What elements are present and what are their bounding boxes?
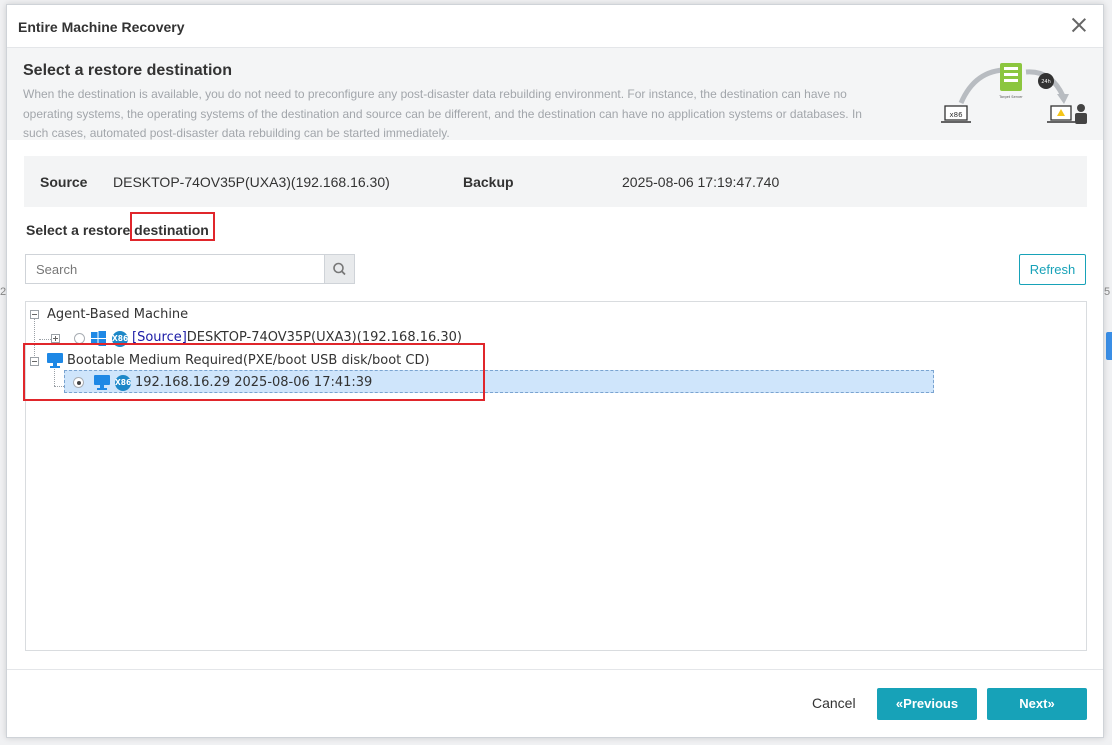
search-button[interactable] — [324, 254, 355, 284]
step-description: When the destination is available, you d… — [23, 87, 862, 140]
previous-button[interactable]: «Previous — [877, 688, 977, 720]
bg-fragment: 5 — [1104, 286, 1111, 298]
search-input[interactable] — [25, 254, 325, 284]
search-icon — [333, 262, 346, 276]
backup-value: 2025-08-06 17:19:47.740 — [622, 174, 780, 190]
background-blue-tab — [1106, 332, 1112, 360]
restore-illustration: Target Server 24h x86 — [941, 63, 1087, 124]
highlight-box — [130, 212, 215, 241]
highlight-box — [23, 343, 485, 401]
tree-group-agent[interactable]: Agent-Based Machine — [47, 307, 188, 322]
close-icon[interactable] — [1069, 15, 1089, 35]
dialog-titlebar: Entire Machine Recovery — [7, 5, 1103, 48]
backup-label: Backup — [463, 174, 514, 190]
dialog-title: Entire Machine Recovery — [18, 19, 185, 35]
search-box — [25, 254, 355, 284]
next-button[interactable]: Next» — [987, 688, 1087, 720]
cancel-button[interactable]: Cancel — [812, 695, 856, 711]
svg-text:24h: 24h — [1041, 79, 1051, 85]
step-header: Select a restore destination When the de… — [7, 48, 1103, 140]
source-label: Source — [40, 174, 88, 190]
svg-text:Target Server: Target Server — [998, 95, 1023, 99]
user-icon — [1077, 104, 1085, 112]
expand-toggle-source[interactable] — [51, 334, 60, 343]
collapse-toggle-agent[interactable] — [30, 310, 39, 319]
source-value: DESKTOP-74OV35P(UXA3)(192.168.16.30) — [113, 174, 390, 190]
source-info-bar: Source DESKTOP-74OV35P(UXA3)(192.168.16.… — [24, 156, 1087, 207]
step-title: Select a restore destination — [23, 62, 232, 79]
refresh-button[interactable]: Refresh — [1019, 254, 1086, 285]
svg-text:x86: x86 — [949, 111, 963, 119]
footer-divider — [7, 669, 1103, 670]
